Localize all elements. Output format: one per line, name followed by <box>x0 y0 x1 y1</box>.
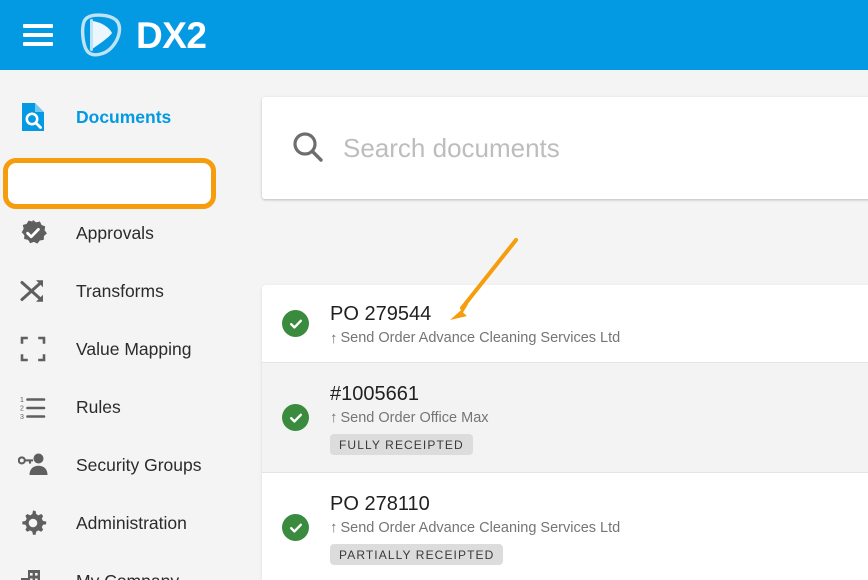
sidebar-item-label: Rules <box>76 397 121 418</box>
status-badge: FULLY RECEIPTED <box>330 434 473 455</box>
brand-name: DX2 <box>136 17 206 54</box>
sidebar-item-administration[interactable]: Administration <box>0 494 248 552</box>
document-subtitle: ↑ Send Order Advance Cleaning Services L… <box>330 520 620 536</box>
hamburger-menu-icon[interactable] <box>23 24 53 46</box>
document-info: PO 279544 ↑ Send Order Advance Cleaning … <box>330 301 620 346</box>
approval-badge-check-icon <box>16 216 50 250</box>
hamburger-line <box>23 42 53 46</box>
document-subtitle: ↑ Send Order Advance Cleaning Services L… <box>330 330 620 346</box>
sidebar-item-documents[interactable]: Documents <box>0 88 248 146</box>
app-root: DX2 Documents <box>0 0 868 580</box>
sidebar-item-label: Security Groups <box>76 455 201 476</box>
sidebar-item-transforms[interactable]: Transforms <box>0 262 248 320</box>
check-circle-icon <box>282 310 309 337</box>
search-input[interactable] <box>343 133 823 164</box>
shuffle-arrows-icon <box>16 274 50 308</box>
sidebar-item-my-company[interactable]: My Company <box>0 552 248 580</box>
up-arrow-icon: ↑ <box>330 331 338 346</box>
document-title: PO 279544 <box>330 301 620 328</box>
sidebar-item-rules[interactable]: 1 2 3 Rules <box>0 378 248 436</box>
document-info: PO 278110 ↑ Send Order Advance Cleaning … <box>330 491 620 565</box>
app-header: DX2 <box>0 0 868 70</box>
search-icon <box>289 129 327 167</box>
document-list: PO 279544 ↑ Send Order Advance Cleaning … <box>262 285 868 580</box>
brand-logo[interactable]: DX2 <box>79 12 206 58</box>
document-list-item[interactable]: PO 278110 ↑ Send Order Advance Cleaning … <box>262 473 868 580</box>
key-user-icon <box>16 448 50 482</box>
sidebar-item-label: Transforms <box>76 281 164 302</box>
sidebar-item-label: Capture <box>76 165 138 186</box>
sidebar-item-approvals[interactable]: Approvals <box>0 204 248 262</box>
document-list-item[interactable]: PO 279544 ↑ Send Order Advance Cleaning … <box>262 285 868 363</box>
compress-corners-icon <box>16 332 50 366</box>
sidebar-item-label: Documents <box>76 107 171 128</box>
sidebar-item-label: Value Mapping <box>76 339 191 360</box>
sidebar-item-label: My Company <box>76 571 179 580</box>
svg-text:1: 1 <box>20 397 24 404</box>
dx2-logo-icon <box>79 12 123 58</box>
svg-text:2: 2 <box>20 406 24 413</box>
sidebar-item-label: Approvals <box>76 223 154 244</box>
document-info: #1005661 ↑ Send Order Office Max FULLY R… <box>330 381 489 455</box>
document-subtitle-text: Send Order Advance Cleaning Services Ltd <box>341 520 621 536</box>
document-subtitle-text: Send Order Advance Cleaning Services Ltd <box>341 330 621 346</box>
building-icon <box>16 564 50 580</box>
hamburger-line <box>23 24 53 28</box>
check-circle-icon <box>282 514 309 541</box>
search-bar[interactable] <box>262 97 868 199</box>
document-search-icon <box>16 100 50 134</box>
ordered-list-icon: 1 2 3 <box>16 390 50 424</box>
document-subtitle-text: Send Order Office Max <box>341 410 489 426</box>
sidebar-item-security-groups[interactable]: Security Groups <box>0 436 248 494</box>
svg-text:3: 3 <box>20 414 24 421</box>
capture-tray-icon <box>16 158 50 192</box>
document-list-item[interactable]: #1005661 ↑ Send Order Office Max FULLY R… <box>262 363 868 473</box>
document-title: #1005661 <box>330 381 489 408</box>
check-circle-icon <box>282 404 309 431</box>
up-arrow-icon: ↑ <box>330 520 338 535</box>
gear-icon <box>16 506 50 540</box>
document-title: PO 278110 <box>330 491 620 518</box>
status-badge: PARTIALLY RECEIPTED <box>330 544 503 565</box>
main-content: PO 279544 ↑ Send Order Advance Cleaning … <box>248 70 868 580</box>
sidebar-item-capture[interactable]: Capture <box>0 146 248 204</box>
sidebar-item-label: Administration <box>76 513 187 534</box>
hamburger-line <box>23 33 53 37</box>
document-subtitle: ↑ Send Order Office Max <box>330 410 489 426</box>
sidebar-item-value-mapping[interactable]: Value Mapping <box>0 320 248 378</box>
up-arrow-icon: ↑ <box>330 410 338 425</box>
sidebar: Documents Capture <box>0 70 248 580</box>
